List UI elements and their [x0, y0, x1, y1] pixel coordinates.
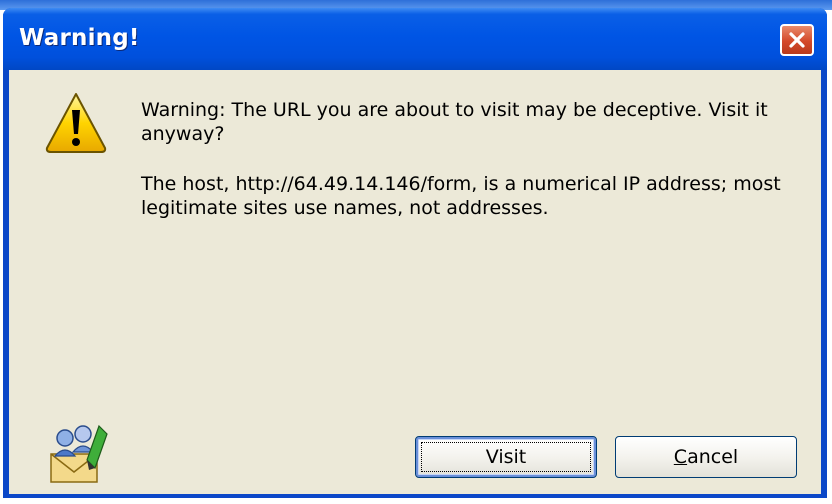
cancel-button[interactable]: Cancel	[615, 436, 797, 478]
visit-button[interactable]: Visit	[415, 436, 597, 478]
dialog-title: Warning!	[19, 25, 140, 51]
dialog-body: Warning: The URL you are about to visit …	[9, 70, 821, 494]
warning-dialog: Warning! Warning: The URL you are about …	[3, 8, 827, 498]
warning-triangle-icon	[45, 93, 107, 153]
message-line-1: Warning: The URL you are about to visit …	[141, 99, 768, 145]
focus-rectangle	[421, 442, 591, 472]
close-button[interactable]	[780, 24, 814, 56]
warning-message: Warning: The URL you are about to visit …	[141, 98, 801, 246]
cancel-accelerator: C	[673, 446, 688, 468]
mail-people-icon	[50, 424, 108, 483]
message-line-2: The host, http://64.49.14.146/form, is a…	[141, 173, 781, 219]
title-bar[interactable]: Warning!	[3, 8, 827, 70]
cancel-button-label: ancel	[687, 446, 739, 468]
close-x-icon	[789, 32, 805, 48]
